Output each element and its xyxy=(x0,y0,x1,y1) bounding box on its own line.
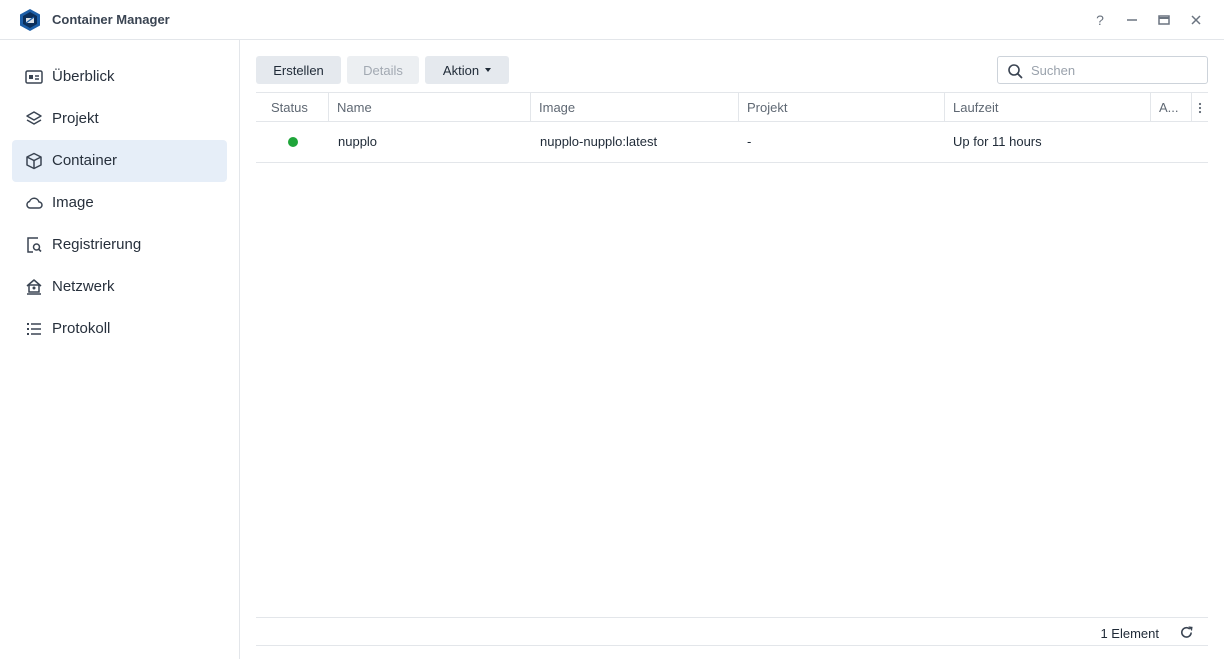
sidebar-item-label: Container xyxy=(52,152,118,169)
sidebar-item-label: Registrierung xyxy=(52,236,142,253)
title-bar: Container Manager ? xyxy=(0,0,1224,40)
create-button-label: Erstellen xyxy=(273,62,324,78)
sidebar-item-image[interactable]: Image xyxy=(12,182,227,224)
cell-project: - xyxy=(747,134,752,149)
minimize-button[interactable] xyxy=(1122,10,1142,30)
action-dropdown-button[interactable]: Aktion xyxy=(425,56,509,84)
details-button[interactable]: Details xyxy=(347,56,419,84)
sidebar-item-overview[interactable]: Überblick xyxy=(12,56,227,98)
sidebar-item-label: Image xyxy=(52,194,94,211)
table-row[interactable]: nupplo nupplo-nupplo:latest - Up for 11 … xyxy=(256,122,1208,163)
maximize-icon xyxy=(1158,15,1170,25)
sidebar: Überblick Projekt Container Image Regist… xyxy=(0,40,240,659)
help-icon: ? xyxy=(1096,12,1104,28)
sidebar-item-label: Netzwerk xyxy=(52,278,115,295)
sidebar-item-log[interactable]: Protokoll xyxy=(12,308,227,350)
column-options-button[interactable] xyxy=(1192,93,1208,122)
status-running-icon xyxy=(288,137,298,147)
column-header-image[interactable]: Image xyxy=(531,93,739,122)
sidebar-item-label: Projekt xyxy=(52,110,99,127)
registry-search-icon xyxy=(27,237,42,253)
column-header-uptime[interactable]: Laufzeit xyxy=(945,93,1151,122)
log-list-icon xyxy=(27,323,41,335)
table-header: Status Name Image Projekt Laufzeit A... xyxy=(256,92,1208,122)
maximize-button[interactable] xyxy=(1154,10,1174,30)
search-icon xyxy=(1008,64,1023,79)
sidebar-item-project[interactable]: Projekt xyxy=(12,98,227,140)
app-title: Container Manager xyxy=(52,12,170,27)
chevron-down-icon xyxy=(485,68,492,72)
column-header-truncated[interactable]: A... xyxy=(1151,93,1192,122)
minimize-icon xyxy=(1127,19,1137,21)
cell-image: nupplo-nupplo:latest xyxy=(540,134,658,149)
overview-icon xyxy=(25,70,43,84)
sidebar-item-label: Überblick xyxy=(52,68,115,85)
close-icon xyxy=(1191,15,1201,25)
column-header-project[interactable]: Projekt xyxy=(739,93,945,122)
table-footer: 1 Element xyxy=(256,617,1208,646)
container-manager-logo-icon xyxy=(20,9,40,31)
action-button-label: Aktion xyxy=(442,62,480,78)
search-box[interactable] xyxy=(997,56,1208,84)
close-button[interactable] xyxy=(1186,10,1206,30)
cloud-icon xyxy=(26,197,43,209)
details-button-label: Details xyxy=(363,62,403,78)
create-button[interactable]: Erstellen xyxy=(256,56,341,84)
sidebar-item-label: Protokoll xyxy=(52,320,111,337)
search-input[interactable] xyxy=(1031,61,1201,79)
cell-uptime: Up for 11 hours xyxy=(953,134,1042,149)
refresh-icon[interactable] xyxy=(1179,625,1194,640)
network-icon xyxy=(26,279,42,295)
item-count: 1 Element xyxy=(1100,626,1159,641)
column-header-status[interactable]: Status xyxy=(256,93,329,122)
sidebar-item-network[interactable]: Netzwerk xyxy=(12,266,227,308)
cell-name: nupplo xyxy=(338,134,378,149)
help-button[interactable]: ? xyxy=(1090,10,1110,30)
container-cube-icon xyxy=(26,152,42,170)
project-layers-icon xyxy=(26,111,42,125)
more-vertical-icon xyxy=(1198,102,1202,113)
sidebar-item-registry[interactable]: Registrierung xyxy=(12,224,227,266)
sidebar-item-container[interactable]: Container xyxy=(12,140,227,182)
column-header-name[interactable]: Name xyxy=(329,93,531,122)
